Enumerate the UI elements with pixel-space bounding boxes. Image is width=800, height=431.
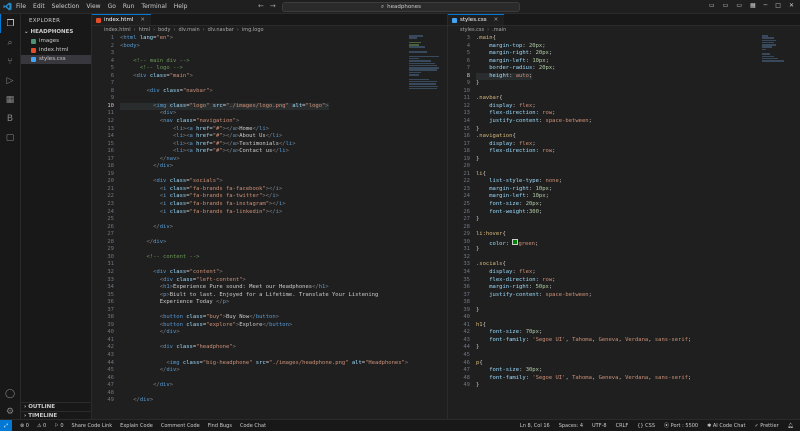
code-chat[interactable]: Code Chat	[240, 423, 266, 429]
explorer-sidebar: EXPLORER ⌄ HEADPHONES images index.html …	[21, 14, 92, 419]
css-editor: styles.css ✕ styles.css › .main 3 .main{ 4…	[448, 14, 800, 419]
warnings-count[interactable]: ⚠ 0	[37, 423, 46, 429]
share-code-link[interactable]: Share Code Link	[72, 423, 113, 429]
explorer-icon[interactable]: ❐	[0, 14, 20, 33]
css-file-icon	[31, 57, 36, 62]
menu-help[interactable]: Help	[174, 3, 188, 10]
outline-section[interactable]: › OUTLINE	[21, 402, 91, 411]
html-editor: index.html ✕ index.html › html › body › div…	[92, 14, 448, 419]
bito-icon[interactable]: B	[0, 109, 20, 128]
maximize-icon[interactable]: □	[775, 2, 781, 9]
folder-icon	[31, 39, 36, 44]
breadcrumb-right: styles.css › .main	[460, 27, 507, 33]
menu-view[interactable]: View	[86, 3, 100, 10]
prettier[interactable]: ✓ Prettier	[754, 423, 778, 429]
css-file-icon	[452, 17, 457, 23]
layout-secondary-icon[interactable]: ▭	[736, 2, 742, 9]
minimap-right[interactable]	[762, 35, 796, 105]
window-controls: ▭ ▭ ▭ ▦ ─ □ ✕	[709, 2, 794, 9]
indentation[interactable]: Spaces: 4	[559, 423, 583, 429]
html-file-icon	[31, 48, 36, 53]
close-icon[interactable]: ✕	[789, 2, 794, 9]
file-index-html[interactable]: index.html	[21, 46, 91, 55]
extensions-icon[interactable]: ▦	[0, 90, 20, 109]
breadcrumb: index.html › html › body › div.main › div.na…	[104, 27, 264, 33]
layout-sidebar-icon[interactable]: ▭	[709, 2, 715, 9]
status-bar: ⤢ ⊗ 0 ⚠ 0 ⚐ 0 Share Code Link Explain Co…	[0, 419, 800, 431]
notifications-bell-icon[interactable]: 🔔︎	[788, 423, 794, 429]
errors-count[interactable]: ⊗ 0	[20, 423, 29, 429]
tab-styles-css[interactable]: styles.css ✕	[448, 14, 505, 26]
code-area[interactable]: 1 <html lang="en"> 2 <body> 3 4 <!-- main …	[92, 35, 447, 405]
comment-code[interactable]: Comment Code	[161, 423, 200, 429]
file-styles-css[interactable]: styles.css	[21, 55, 91, 64]
editor-tabs-right: styles.css ✕	[448, 14, 800, 26]
menu-terminal[interactable]: Terminal	[141, 3, 166, 10]
cursor-position[interactable]: Ln 8, Col 16	[520, 423, 550, 429]
info-count[interactable]: ⚐ 0	[54, 423, 63, 429]
vscode-logo-icon	[0, 0, 14, 13]
menu-run[interactable]: Run	[123, 3, 135, 10]
encoding[interactable]: UTF-8	[592, 423, 607, 429]
run-debug-icon[interactable]: ▷	[0, 71, 20, 90]
close-tab-icon[interactable]: ✕	[494, 15, 499, 26]
html-file-icon	[96, 17, 101, 23]
css-code-area[interactable]: 3 .main{ 4 margin-top: 20px; 5 margin-rig…	[448, 35, 800, 390]
layout-panel-icon[interactable]: ▭	[723, 2, 729, 9]
folder-images[interactable]: images	[21, 37, 91, 46]
minimize-icon[interactable]: ─	[764, 2, 768, 9]
find-bugs[interactable]: Find Bugs	[208, 423, 232, 429]
menu-selection[interactable]: Selection	[52, 3, 80, 10]
chat-icon[interactable]: ▢	[0, 128, 20, 147]
history-nav: ← →	[258, 2, 276, 10]
close-tab-icon[interactable]: ✕	[140, 15, 145, 26]
live-server-port[interactable]: ⦿ Port : 5500	[664, 422, 698, 429]
menu-go[interactable]: Go	[108, 3, 116, 10]
ai-code-chat[interactable]: ✱ AI Code Chat	[707, 423, 745, 429]
line-ending[interactable]: CRLF	[616, 423, 629, 429]
editor-tabs: index.html ✕	[92, 14, 447, 26]
account-icon[interactable]: ◯	[0, 384, 20, 403]
language-mode[interactable]: {} CSS	[637, 423, 655, 429]
menu-bar: File Edit Selection View Go Run Terminal…	[16, 3, 187, 10]
back-arrow-icon[interactable]: ←	[258, 2, 264, 10]
explorer-title: EXPLORER	[29, 18, 61, 24]
tab-index-html[interactable]: index.html ✕	[92, 14, 151, 25]
source-control-icon[interactable]: ⑂	[0, 52, 20, 71]
remote-indicator-icon[interactable]: ⤢	[0, 420, 12, 431]
minimap[interactable]	[409, 35, 443, 105]
forward-arrow-icon[interactable]: →	[270, 2, 276, 10]
search-view-icon[interactable]: ⌕	[0, 33, 20, 52]
menu-edit[interactable]: Edit	[33, 3, 45, 10]
workspace-folder[interactable]: ⌄ HEADPHONES	[21, 28, 91, 37]
command-center-search[interactable]: ⌕ headphones	[282, 2, 520, 12]
menu-file[interactable]: File	[16, 3, 26, 10]
title-bar: File Edit Selection View Go Run Terminal…	[0, 0, 800, 14]
search-icon: ⌕	[381, 3, 385, 10]
explain-code[interactable]: Explain Code	[120, 423, 153, 429]
activity-bar: ❐ ⌕ ⑂ ▷ ▦ B ▢ ◯ ⚙	[0, 14, 21, 419]
layout-customize-icon[interactable]: ▦	[750, 2, 756, 9]
search-text: headphones	[387, 4, 421, 10]
